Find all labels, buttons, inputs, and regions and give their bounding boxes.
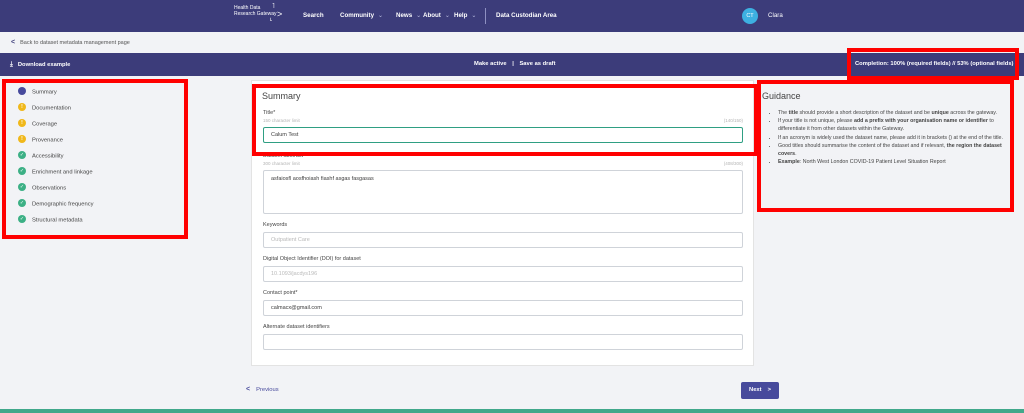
contact-point-input[interactable]: calmacx@gmail.com [263, 300, 743, 316]
sidebar-item-documentation[interactable]: ! Documentation [18, 103, 71, 112]
health-data-research-gateway-logo[interactable]: Health Data Research Gateway ˥ > ˪ [234, 3, 286, 23]
title-label: Title* [263, 110, 276, 116]
previous-button[interactable]: < Previous [246, 386, 279, 393]
guidance-list: The title should provide a short descrip… [770, 110, 1012, 168]
warning-icon: ! [18, 103, 26, 111]
nav-news[interactable]: News ⌄ [396, 12, 421, 19]
title-count: (140/150) [723, 118, 743, 123]
make-active-button[interactable]: Make active [474, 61, 507, 67]
guidance-bullet: Good titles should summarise the content… [778, 143, 1012, 159]
sidebar-item-observations[interactable]: ✓ Observations [18, 183, 66, 192]
chevron-down-icon: ⌄ [444, 13, 450, 19]
logo-tick-icon: ˥ [272, 3, 275, 10]
download-icon: ⤓ [10, 61, 13, 68]
current-section-icon [18, 87, 26, 95]
back-bar [0, 32, 1024, 52]
doi-input[interactable]: 10.1093/jacdys196 [263, 266, 743, 282]
logo-chevron-icon: > [277, 9, 283, 19]
title-input[interactable]: Calum Test [263, 127, 743, 143]
check-icon: ✓ [18, 167, 26, 175]
sidebar-item-demographic-frequency[interactable]: ✓ Demographic frequency [18, 199, 94, 208]
next-button[interactable]: Next > [741, 382, 779, 399]
back-to-metadata-management-link[interactable]: < Back to dataset metadata management pag… [11, 39, 130, 46]
sidebar-item-enrichment-and-linkage[interactable]: ✓ Enrichment and linkage [18, 167, 93, 176]
action-separator: | [512, 61, 514, 67]
keywords-input[interactable]: Outpatient Care [263, 232, 743, 248]
sidebar-item-coverage[interactable]: ! Coverage [18, 119, 57, 128]
chevron-down-icon: ⌄ [471, 13, 477, 19]
chevron-left-icon: < [246, 386, 251, 393]
abstract-textarea[interactable]: asfaiosfl aosfhoiash fiashf asgas fasgas… [263, 170, 743, 214]
status-actions: Make active | Save as draft [474, 61, 556, 67]
guidance-bullet: If an acronym is widely used the dataset… [778, 135, 1012, 143]
guidance-bullet: Example: North West London COVID-19 Pati… [778, 159, 1012, 167]
nav-community[interactable]: Community ⌄ [340, 12, 383, 19]
chevron-down-icon: ⌄ [416, 13, 422, 19]
nav-data-custodian-area[interactable]: Data Custodian Area [496, 12, 557, 19]
sidebar-item-accessibility[interactable]: ✓ Accessibility [18, 151, 64, 160]
user-name[interactable]: Clara [768, 12, 783, 19]
chevron-right-icon: > [767, 387, 771, 393]
check-icon: ✓ [18, 183, 26, 191]
contact-point-label: Contact point* [263, 290, 298, 296]
warning-icon: ! [18, 119, 26, 127]
nav-search[interactable]: Search [303, 12, 324, 19]
check-icon: ✓ [18, 215, 26, 223]
guidance-title: Guidance [762, 91, 801, 101]
nav-about[interactable]: About ⌄ [423, 12, 450, 19]
form-title: Summary [262, 91, 301, 101]
title-hint: 150 character limit [263, 118, 300, 123]
guidance-bullet: The title should provide a short descrip… [778, 110, 1012, 118]
alternate-identifiers-label: Alternate dataset identifiers [263, 324, 330, 330]
alternate-identifiers-input[interactable] [263, 334, 743, 350]
abstract-count: (408/300) [723, 161, 743, 166]
check-icon: ✓ [18, 151, 26, 159]
doi-label: Digital Object Identifier (DOI) for data… [263, 256, 361, 262]
guidance-bullet: If your title is not unique, please add … [778, 118, 1012, 134]
nav-divider [485, 8, 486, 24]
sidebar-item-summary[interactable]: Summary [18, 87, 57, 96]
nav-help[interactable]: Help ⌄ [454, 12, 476, 19]
chevron-down-icon: ⌄ [378, 13, 384, 19]
completion-status: Completion: 100% (required fields) // 53… [855, 61, 1014, 67]
chevron-left-icon: < [11, 39, 16, 46]
action-bar: ⤓ Download example Make active | Save as … [0, 53, 1024, 76]
avatar[interactable]: CT [742, 8, 758, 24]
keywords-label: Keywords [263, 222, 288, 228]
abstract-hint: 300 character limit [263, 161, 300, 166]
check-icon: ✓ [18, 199, 26, 207]
abstract-label: Dataset abstract* [263, 153, 306, 159]
download-example-button[interactable]: ⤓ Download example [10, 61, 70, 69]
bottom-accent-strip [0, 409, 1024, 413]
warning-icon: ! [18, 135, 26, 143]
sidebar-item-provenance[interactable]: ! Provenance [18, 135, 63, 144]
logo-tick-bottom-icon: ˪ [270, 16, 273, 23]
save-as-draft-button[interactable]: Save as draft [519, 61, 555, 67]
sidebar-item-structural-metadata[interactable]: ✓ Structural metadata [18, 215, 83, 224]
